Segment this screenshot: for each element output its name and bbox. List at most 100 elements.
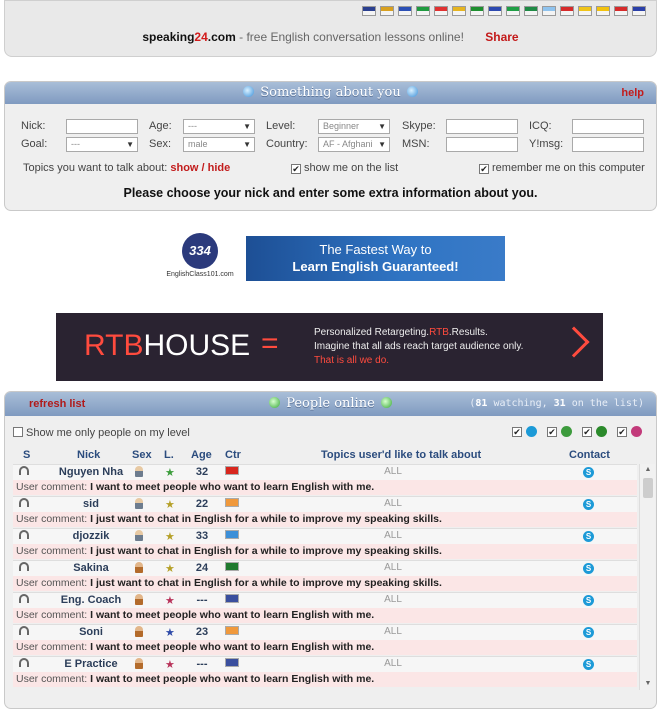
user-nick[interactable]: djozzik (51, 530, 131, 542)
msn-label: MSN: (402, 138, 430, 150)
user-nick[interactable]: sid (51, 498, 131, 510)
cr-flag-icon[interactable] (632, 6, 646, 16)
show-me-label: show me on the list (304, 162, 399, 174)
uk-flag-icon[interactable] (362, 6, 376, 16)
table-row[interactable]: Sakina ★ 24 ALL S (13, 560, 637, 576)
user-nick[interactable]: Eng. Coach (51, 594, 131, 606)
list-scrollbar[interactable]: ▲ ▼ (639, 464, 655, 690)
table-row[interactable]: sid ★ 22 ALL S (13, 496, 637, 512)
col-level: L. (164, 449, 174, 461)
es-flag-icon[interactable] (452, 6, 466, 16)
rtb-text-1a: Personalized Retargeting. (314, 327, 430, 338)
skype-contact-icon[interactable]: S (583, 626, 594, 638)
country-select[interactable]: AF - Afghani (318, 137, 390, 152)
user-topics: ALL (384, 594, 402, 605)
msn-filter-checkbox[interactable]: ✔ (547, 426, 557, 437)
sex-select[interactable]: male (183, 137, 255, 152)
ymsg-input[interactable] (572, 137, 644, 152)
fr-flag-icon[interactable] (488, 6, 502, 16)
ru-flag-icon[interactable] (398, 6, 412, 16)
it-flag-icon[interactable] (416, 6, 430, 16)
scroll-thumb[interactable] (643, 478, 653, 498)
user-topics: ALL (384, 658, 402, 669)
user-nick[interactable]: Sakina (51, 562, 131, 574)
englishclass101-logo[interactable]: 334 EnglishClass101.com (160, 233, 240, 283)
skype-contact-icon[interactable]: S (583, 466, 594, 478)
share-link[interactable]: Share (485, 30, 518, 44)
msn-filter[interactable]: ✔ (547, 426, 572, 437)
rtbhouse-logo: RTBHOUSE (84, 329, 250, 363)
col-sex: Sex (132, 449, 152, 461)
englishclass101-banner-ad[interactable]: The Fastest Way to Learn English Guarant… (246, 236, 505, 281)
scroll-down-icon[interactable]: ▼ (640, 678, 655, 690)
nick-input[interactable] (66, 119, 138, 134)
pl-flag-icon[interactable] (434, 6, 448, 16)
ve-flag-icon[interactable] (596, 6, 610, 16)
skype-filter[interactable]: ✔ (512, 426, 537, 437)
ar-flag-icon[interactable] (542, 6, 556, 16)
de-flag-icon[interactable] (380, 6, 394, 16)
level-star-icon: ★ (165, 531, 175, 543)
rtb-text-2: Imagine that all ads reach target audien… (314, 341, 524, 352)
skype-contact-icon[interactable]: S (583, 658, 594, 670)
skype-contact-icon[interactable]: S (583, 498, 594, 510)
scroll-up-icon[interactable]: ▲ (640, 464, 655, 476)
level-select[interactable]: Beginner (318, 119, 390, 134)
equals-icon: = (261, 327, 279, 360)
remember-me-checkbox[interactable]: ✔ (479, 164, 489, 174)
skype-contact-icon[interactable]: S (583, 594, 594, 606)
englishclass101-logo-mark: 334 (182, 233, 218, 269)
user-nick[interactable]: E Practice (51, 658, 131, 670)
watching-label: watching (493, 398, 542, 409)
user-comment-row: User comment: I just want to chat in Eng… (13, 512, 637, 527)
pt-flag-icon[interactable] (470, 6, 484, 16)
table-row[interactable]: Nguyen Nha ★ 32 ALL S (13, 464, 637, 480)
cl-flag-icon[interactable] (614, 6, 628, 16)
level-filter-option: Show me only people on my level (13, 427, 190, 439)
rtb-text-1b: RTB (429, 327, 449, 338)
user-nick[interactable]: Soni (51, 626, 131, 638)
level-star-icon: ★ (165, 659, 175, 671)
br-flag-icon[interactable] (506, 6, 520, 16)
table-row[interactable]: Soni ★ 23 ALL S (13, 624, 637, 640)
icq-icon (596, 426, 607, 437)
rtbhouse-banner-ad[interactable]: RTBHOUSE = Personalized Retargeting.RTB.… (56, 313, 603, 381)
age-select[interactable]: --- (183, 119, 255, 134)
icq-input[interactable] (572, 119, 644, 134)
ymsg-filter[interactable]: ✔ (617, 426, 642, 437)
comment-prefix: User comment: (16, 545, 88, 557)
table-row[interactable]: E Practice ★ --- ALL S (13, 656, 637, 672)
list-label: on the list (571, 398, 638, 409)
user-nick[interactable]: Nguyen Nha (51, 466, 131, 478)
topics-toggle-link[interactable]: show / hide (170, 162, 230, 174)
icq-filter[interactable]: ✔ (582, 426, 607, 437)
level-filter-checkbox[interactable] (13, 427, 23, 437)
skype-filter-checkbox[interactable]: ✔ (512, 426, 522, 437)
rtbhouse-ad-text: Personalized Retargeting.RTB.Results. Im… (314, 326, 523, 368)
ymsg-filter-checkbox[interactable]: ✔ (617, 426, 627, 437)
user-topics: ALL (384, 498, 402, 509)
skype-contact-icon[interactable]: S (583, 530, 594, 542)
user-comment: I just want to chat in English for a whi… (90, 545, 442, 557)
ad-line-2: Learn English Guaranteed! (292, 259, 459, 274)
icq-filter-checkbox[interactable]: ✔ (582, 426, 592, 437)
table-row[interactable]: djozzik ★ 33 ALL S (13, 528, 637, 544)
user-comment: I want to meet people who want to learn … (90, 481, 375, 493)
help-link[interactable]: help (621, 82, 644, 104)
co-flag-icon[interactable] (578, 6, 592, 16)
refresh-list-link[interactable]: refresh list (29, 392, 85, 416)
col-topics: Topics user'd like to talk about (321, 449, 482, 461)
mx-flag-icon[interactable] (524, 6, 538, 16)
show-me-checkbox[interactable]: ✔ (291, 164, 301, 174)
pe-flag-icon[interactable] (560, 6, 574, 16)
skype-contact-icon[interactable]: S (583, 562, 594, 574)
icq-label: ICQ: (529, 120, 552, 132)
msn-input[interactable] (446, 137, 518, 152)
skype-input[interactable] (446, 119, 518, 134)
goal-select[interactable]: --- (66, 137, 138, 152)
male-icon (135, 530, 143, 544)
skype-glyph: S (583, 659, 594, 670)
table-row[interactable]: Eng. Coach ★ --- ALL S (13, 592, 637, 608)
level-star-icon: ★ (165, 467, 175, 479)
user-comment: I want to meet people who want to learn … (90, 641, 375, 653)
